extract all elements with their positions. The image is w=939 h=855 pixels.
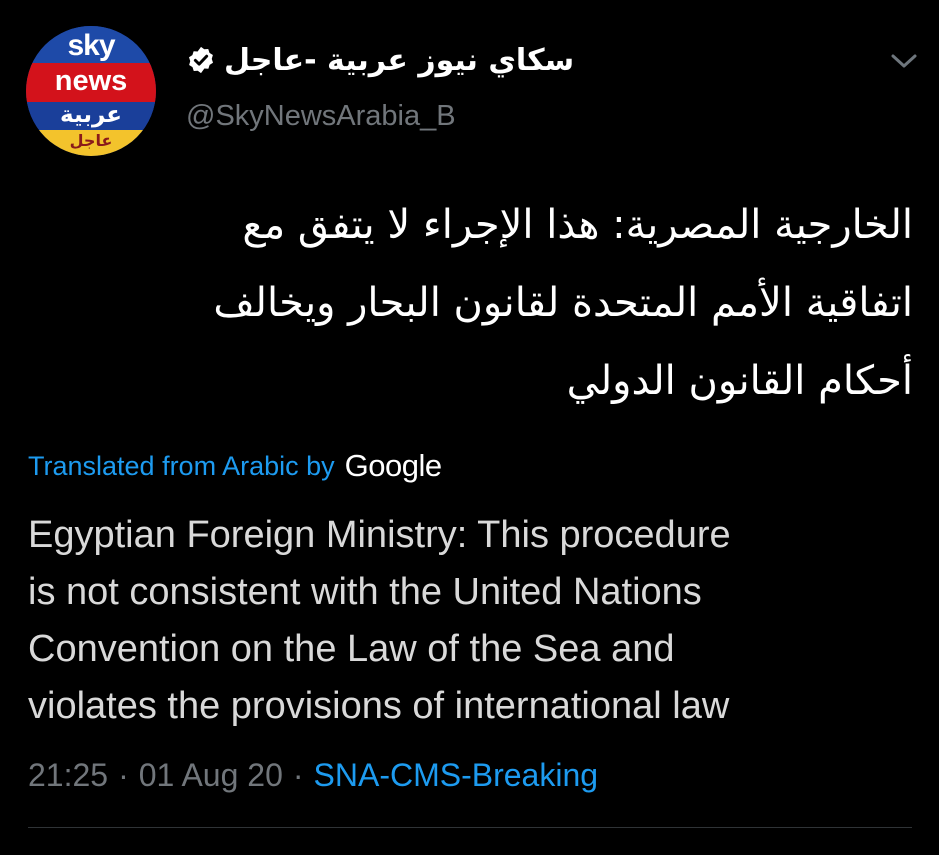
translation-line: is not consistent with the United Nation…	[28, 571, 702, 613]
translation-line: Egyptian Foreign Ministry: This procedur…	[28, 514, 731, 556]
tweet-text-line: أحكام القانون الدولي	[566, 358, 913, 404]
separator-dot: ·	[292, 756, 304, 793]
tweet-meta: 21:25 · 01 Aug 20 · SNA-CMS-Breaking	[28, 752, 598, 798]
avatar-text-arabic: عربية	[60, 102, 122, 128]
tweet-text: الخارجية المصرية: هذا الإجراء لا يتفق مع…	[33, 186, 913, 420]
tweet-source-link[interactable]: SNA-CMS-Breaking	[314, 757, 599, 794]
tweet: sky news عربية عاجل سكاي نيوز عربية -عاج…	[0, 0, 939, 855]
avatar[interactable]: sky news عربية عاجل	[26, 26, 156, 156]
tweet-text-line: الخارجية المصرية: هذا الإجراء لا يتفق مع	[242, 202, 913, 248]
display-name: سكاي نيوز عربية -عاجل	[224, 42, 575, 78]
tweet-time[interactable]: 21:25	[28, 757, 108, 794]
divider	[28, 827, 912, 828]
account-handle[interactable]: @SkyNewsArabia_B	[186, 100, 456, 133]
translation-line: violates the provisions of international…	[28, 685, 730, 727]
translation-line: Convention on the Law of the Sea and	[28, 628, 675, 670]
verified-badge-icon	[189, 46, 213, 74]
avatar-text-urgent: عاجل	[69, 131, 113, 150]
tweet-date[interactable]: 01 Aug 20	[139, 757, 283, 794]
separator-dot: ·	[118, 756, 129, 793]
translation-text: Egyptian Foreign Ministry: This procedur…	[28, 507, 908, 735]
translated-by-row: Translated from Arabic by Google	[28, 446, 442, 486]
tweet-text-line: اتفاقية الأمم المتحدة لقانون البحار ويخا…	[213, 280, 913, 326]
chevron-down-icon[interactable]	[886, 46, 922, 76]
translated-from-link[interactable]: Translated from Arabic by	[28, 451, 335, 482]
google-logo: Google	[344, 448, 442, 483]
avatar-text-sky: sky	[67, 29, 115, 62]
display-name-row[interactable]: سكاي نيوز عربية -عاجل	[186, 38, 574, 82]
avatar-text-news: news	[54, 65, 128, 97]
